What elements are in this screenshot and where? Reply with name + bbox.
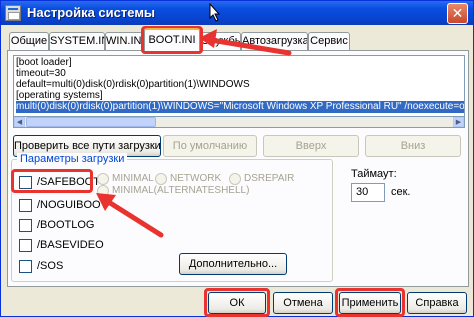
msconfig-window: Настройка системы ✕ Общие SYSTEM.INI WIN… [0,0,474,317]
tab-tools[interactable]: Сервис [308,32,350,50]
bootlog-checkbox[interactable] [19,219,32,232]
noguiboot-checkbox[interactable] [19,199,32,212]
dsrepair-label: DSREPAIR [244,173,295,184]
timeout-label: Таймаут: [351,168,397,180]
scroll-left-icon[interactable]: ◀ [14,117,25,127]
sos-checkbox[interactable] [19,260,32,273]
minimal-alternateshell-radio[interactable] [97,185,109,197]
boot-options-group-label: Параметры загрузки [17,153,128,165]
system-config-icon [5,5,21,21]
tab-startup[interactable]: Автозагрузка [241,32,308,50]
tab-win-ini[interactable]: WIN.INI [105,32,143,50]
horizontal-scrollbar[interactable]: ◀ ▶ [13,116,465,128]
tab-general[interactable]: Общие [9,32,49,50]
tab-services[interactable]: Службы [200,32,241,50]
sos-label: /SOS [37,260,64,272]
tab-system-ini[interactable]: SYSTEM.INI [49,32,105,50]
advanced-options-button[interactable]: Дополнительно... [179,253,287,275]
scroll-right-icon[interactable]: ▶ [453,117,464,127]
timeout-input[interactable]: 30 [351,183,385,202]
apply-button[interactable]: Применить [339,292,401,314]
cancel-button[interactable]: Отмена [273,292,333,314]
basevideo-label: /BASEVIDEO [37,239,104,251]
move-down-button[interactable]: Вниз [365,135,461,157]
basevideo-checkbox[interactable] [19,239,32,252]
boot-ini-line-selected[interactable]: multi(0)disk(0)rdisk(0)partition(1)\WIND… [16,101,464,113]
scrollbar-thumb[interactable] [26,117,156,127]
minimal-alternateshell-label: MINIMAL(ALTERNATESHELL) [112,185,250,196]
noguiboot-label: /NOGUIBOOT [37,199,108,211]
title-bar[interactable]: Настройка системы ✕ [1,1,473,25]
window-title: Настройка системы [27,5,156,20]
bootlog-label: /BOOTLOG [37,219,95,231]
safeboot-checkbox[interactable] [19,176,32,189]
close-button[interactable]: ✕ [447,3,468,24]
mouse-cursor-icon [209,3,221,22]
tab-boot-ini[interactable]: BOOT.INI [144,28,200,51]
safeboot-label: /SAFEBOOT [37,176,100,188]
move-up-button[interactable]: Вверх [263,135,359,157]
help-button[interactable]: Справка [407,292,467,314]
default-button[interactable]: По умолчанию [163,135,257,157]
ok-button[interactable]: ОК [208,292,266,314]
timeout-unit-label: сек. [391,186,411,198]
minimal-radio[interactable] [97,173,109,185]
